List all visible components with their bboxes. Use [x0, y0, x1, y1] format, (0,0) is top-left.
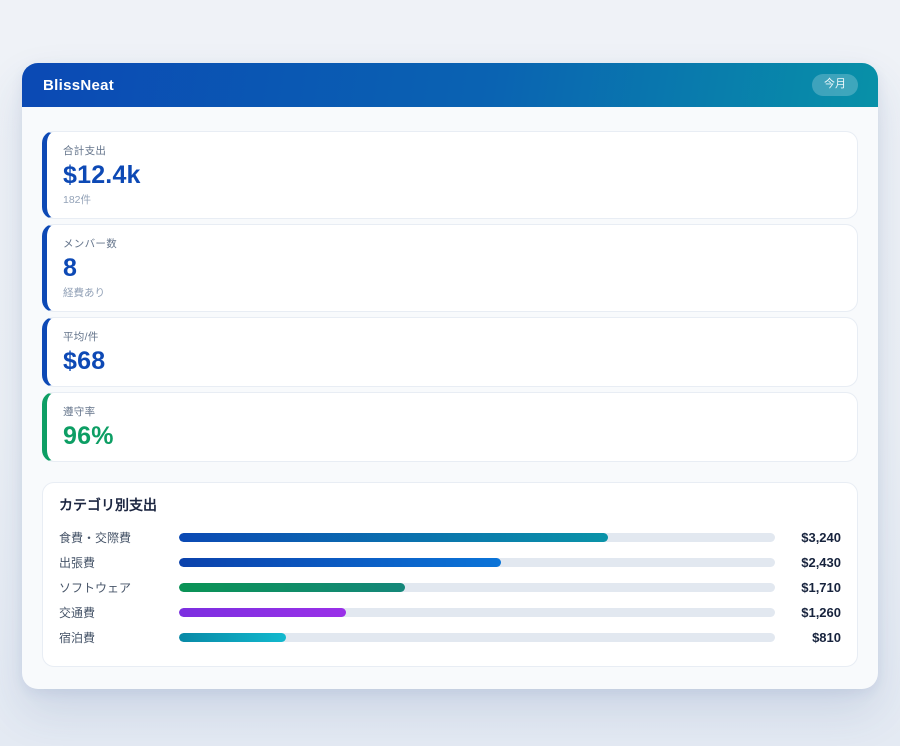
category-row: 宿泊費 $810: [59, 625, 841, 650]
category-label: 出張費: [59, 554, 179, 571]
stat-card-average-per-item: 平均/件 $68: [42, 317, 858, 387]
category-bar-track: [179, 633, 775, 642]
stat-subtext: 経費あり: [63, 286, 841, 300]
category-row: 食費・交際費 $3,240: [59, 525, 841, 550]
category-value: $810: [783, 630, 841, 645]
stat-card-total-spend: 合計支出 $12.4k 182件: [42, 131, 858, 219]
category-bar-fill: [179, 533, 608, 542]
category-bar-fill: [179, 583, 405, 592]
stat-label: 合計支出: [63, 144, 841, 158]
category-value: $1,710: [783, 580, 841, 595]
category-bar-track: [179, 533, 775, 542]
category-label: 交通費: [59, 604, 179, 621]
category-label: ソフトウェア: [59, 579, 179, 596]
category-bar-fill: [179, 608, 346, 617]
category-bar-track: [179, 608, 775, 617]
stat-subtext: 182件: [63, 193, 841, 207]
stat-label: メンバー数: [63, 237, 841, 251]
category-row: 交通費 $1,260: [59, 600, 841, 625]
stat-label: 遵守率: [63, 405, 841, 419]
category-label: 宿泊費: [59, 629, 179, 646]
category-bar-fill: [179, 633, 286, 642]
stat-value: $68: [63, 347, 841, 375]
category-section-title: カテゴリ別支出: [59, 497, 841, 513]
category-value: $2,430: [783, 555, 841, 570]
category-value: $3,240: [783, 530, 841, 545]
category-bar-track: [179, 558, 775, 567]
stat-card-compliance-rate: 遵守率 96%: [42, 392, 858, 462]
category-value: $1,260: [783, 605, 841, 620]
period-badge[interactable]: 今月: [812, 74, 858, 96]
stat-value: 96%: [63, 422, 841, 450]
category-bar-track: [179, 583, 775, 592]
stat-value: 8: [63, 254, 841, 282]
stat-card-member-count: メンバー数 8 経費あり: [42, 224, 858, 312]
category-row: ソフトウェア $1,710: [59, 575, 841, 600]
stat-value: $12.4k: [63, 161, 841, 189]
category-label: 食費・交際費: [59, 529, 179, 546]
app-header: BlissNeat 今月: [22, 63, 878, 107]
category-row: 出張費 $2,430: [59, 550, 841, 575]
category-bar-fill: [179, 558, 501, 567]
dashboard-content: 合計支出 $12.4k 182件 メンバー数 8 経費あり 平均/件 $68 遵…: [22, 107, 878, 689]
category-spend-card: カテゴリ別支出 食費・交際費 $3,240 出張費 $2,430 ソフトウェア: [42, 482, 858, 667]
dashboard-panel: BlissNeat 今月 合計支出 $12.4k 182件 メンバー数 8 経費…: [22, 63, 878, 689]
app-title: BlissNeat: [43, 77, 114, 94]
stat-label: 平均/件: [63, 330, 841, 344]
